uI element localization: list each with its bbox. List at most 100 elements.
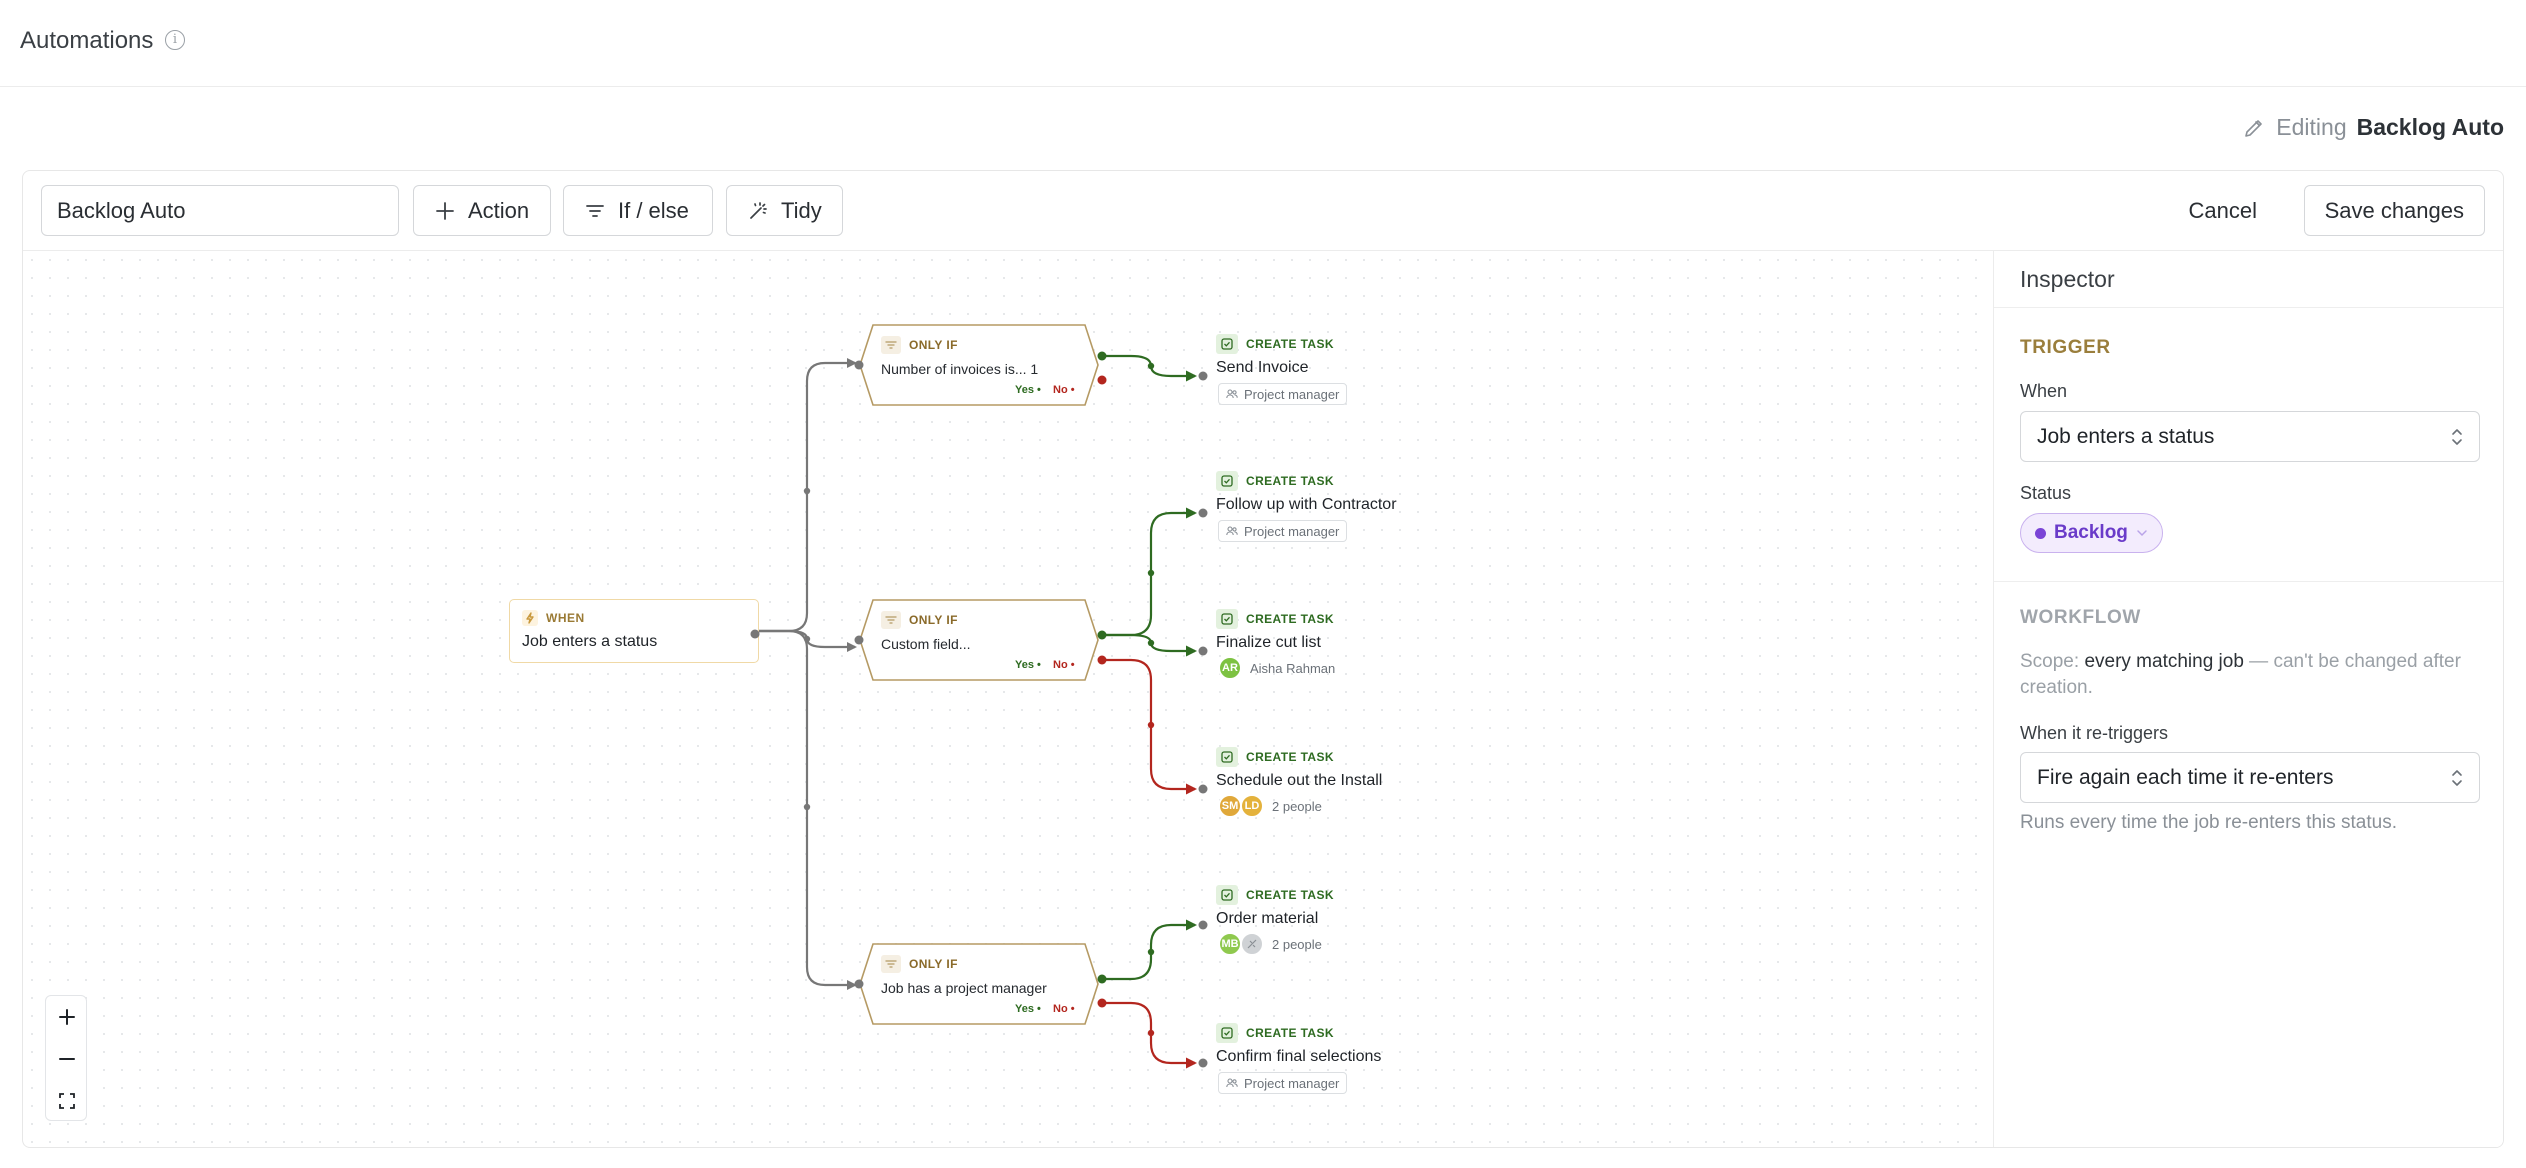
task-node[interactable]: CREATE TASK Finalize cut list AR Aisha R… xyxy=(1216,609,1456,680)
task-node[interactable]: CREATE TASK Follow up with Contractor Pr… xyxy=(1216,471,1456,542)
task-node-header: CREATE TASK xyxy=(1216,471,1334,491)
avatar: AR xyxy=(1218,656,1242,680)
save-changes-button[interactable]: Save changes xyxy=(2303,185,2485,236)
assignees: AR Aisha Rahman xyxy=(1218,656,1335,680)
task-node-header: CREATE TASK xyxy=(1216,1023,1334,1043)
task-node-header: CREATE TASK xyxy=(1216,609,1334,629)
editing-label: Editing xyxy=(2276,114,2347,140)
task-title: Confirm final selections xyxy=(1216,1048,1382,1065)
condition-input-handle[interactable] xyxy=(853,359,865,371)
add-if-else-label: If / else xyxy=(618,197,689,223)
task-input-handles xyxy=(1198,371,1208,1068)
condition-input-handle[interactable] xyxy=(853,634,865,646)
when-select[interactable]: Job enters a status xyxy=(2020,411,2480,462)
task-label: CREATE TASK xyxy=(1246,474,1334,488)
task-title: Send Invoice xyxy=(1216,359,1309,376)
no-branch-label: No • xyxy=(1053,1003,1075,1015)
filter-icon xyxy=(881,611,901,629)
checkbox-icon xyxy=(1216,1023,1238,1043)
task-title: Finalize cut list xyxy=(1216,634,1321,651)
divider xyxy=(1994,581,2503,582)
avatar-photo xyxy=(1240,932,1264,956)
retrigger-field-label: When it re-triggers xyxy=(2020,723,2169,743)
task-node-header: CREATE TASK xyxy=(1216,747,1334,767)
scope-value: every matching job xyxy=(2084,651,2244,672)
no-output-handle[interactable] xyxy=(1095,373,1109,387)
yes-output-handle[interactable] xyxy=(1095,349,1109,363)
fit-view-button[interactable] xyxy=(46,1080,88,1122)
condition-node[interactable]: ONLY IF Job has a project manager Yes • … xyxy=(854,943,1107,1025)
condition-node-header: ONLY IF xyxy=(881,955,958,973)
condition-title: Job has a project manager xyxy=(881,980,1047,996)
assignee-count: 2 people xyxy=(1272,936,1322,952)
retrigger-select[interactable]: Fire again each time it re-enters xyxy=(2020,752,2480,803)
filter-icon xyxy=(881,336,901,354)
page-title: Automations xyxy=(20,27,154,54)
info-icon[interactable]: i xyxy=(165,30,185,50)
role-chip: Project manager xyxy=(1218,520,1348,542)
task-node[interactable]: CREATE TASK Send Invoice Project manager xyxy=(1216,334,1456,405)
avatar: MB xyxy=(1218,932,1242,956)
tidy-button[interactable]: Tidy xyxy=(726,185,843,236)
assignees: SM LD 2 people xyxy=(1218,794,1322,818)
magic-wand-icon xyxy=(750,201,767,219)
assignee-count: 2 people xyxy=(1272,798,1322,814)
task-label: CREATE TASK xyxy=(1246,337,1334,351)
top-bar: Automations i xyxy=(0,0,2526,87)
add-if-else-button[interactable]: If / else xyxy=(563,185,713,236)
chevron-up-down-icon xyxy=(2452,770,2462,786)
retrigger-help-text: Runs every time the job re-enters this s… xyxy=(2020,812,2397,833)
lightning-icon xyxy=(522,610,538,626)
retrigger-select-value: Fire again each time it re-enters xyxy=(2037,765,2334,789)
trunk-to-condition-1 xyxy=(757,358,857,633)
status-select[interactable]: Backlog xyxy=(2020,513,2163,553)
when-select-value: Job enters a status xyxy=(2037,424,2215,448)
trigger-output-handle[interactable] xyxy=(748,627,762,641)
add-action-button[interactable]: Action xyxy=(413,185,551,236)
minus-icon xyxy=(59,1058,75,1060)
assignees: MB 2 people xyxy=(1218,932,1322,956)
automation-name-input[interactable] xyxy=(41,185,399,236)
zoom-out-button[interactable] xyxy=(46,1038,88,1080)
trigger-node[interactable]: WHEN Job enters a status xyxy=(509,599,762,663)
when-field-label: When xyxy=(2020,381,2068,401)
task-label: CREATE TASK xyxy=(1246,612,1334,626)
condition-node[interactable]: ONLY IF Custom field... Yes • No • xyxy=(854,599,1107,681)
no-output-handle[interactable] xyxy=(1095,996,1109,1010)
no-output-handle[interactable] xyxy=(1095,653,1109,667)
inspector-title: Inspector xyxy=(2020,266,2115,292)
flow-canvas[interactable]: WHEN Job enters a status ONLY IF Number … xyxy=(23,251,1993,1147)
yes-output-handle[interactable] xyxy=(1095,628,1109,642)
yes-branch-label: Yes • xyxy=(1015,384,1041,396)
task-title: Order material xyxy=(1216,910,1319,927)
condition-node[interactable]: ONLY IF Number of invoices is... 1 Yes •… xyxy=(854,324,1107,406)
task-node[interactable]: CREATE TASK Confirm final selections Pro… xyxy=(1216,1023,1456,1094)
condition-label: ONLY IF xyxy=(909,613,958,627)
condition-input-handle[interactable] xyxy=(853,978,865,990)
status-value: Backlog xyxy=(2054,522,2128,543)
editing-indicator: Editing Backlog Auto xyxy=(2242,114,2504,141)
checkbox-icon xyxy=(1216,609,1238,629)
workflow-section-title: WORKFLOW xyxy=(2020,607,2141,628)
task-title: Follow up with Contractor xyxy=(1216,496,1397,513)
divider xyxy=(1994,307,2503,308)
cancel-button[interactable]: Cancel xyxy=(2173,185,2273,236)
no-branch-label: No • xyxy=(1053,384,1075,396)
status-dot xyxy=(2035,527,2046,539)
zoom-in-button[interactable] xyxy=(46,996,88,1038)
add-action-label: Action xyxy=(468,197,530,223)
trigger-node-header: WHEN xyxy=(522,610,585,626)
role-chip: Project manager xyxy=(1218,1072,1348,1094)
task-node[interactable]: CREATE TASK Order material MB 2 people xyxy=(1216,885,1456,956)
status-field-label: Status xyxy=(2020,483,2072,503)
checkbox-icon xyxy=(1216,747,1238,767)
yes-output-handle[interactable] xyxy=(1095,972,1109,986)
scope-description: Scope: every matching job — can't be cha… xyxy=(2020,651,2461,698)
trunk-connectors xyxy=(757,358,857,990)
task-node[interactable]: CREATE TASK Schedule out the Install SM … xyxy=(1216,747,1456,818)
condition-node-header: ONLY IF xyxy=(881,336,958,354)
zoom-controls xyxy=(45,995,87,1121)
task-label: CREATE TASK xyxy=(1246,1026,1334,1040)
user-photo-icon xyxy=(1247,939,1257,949)
chevron-up-down-icon xyxy=(2452,429,2462,445)
